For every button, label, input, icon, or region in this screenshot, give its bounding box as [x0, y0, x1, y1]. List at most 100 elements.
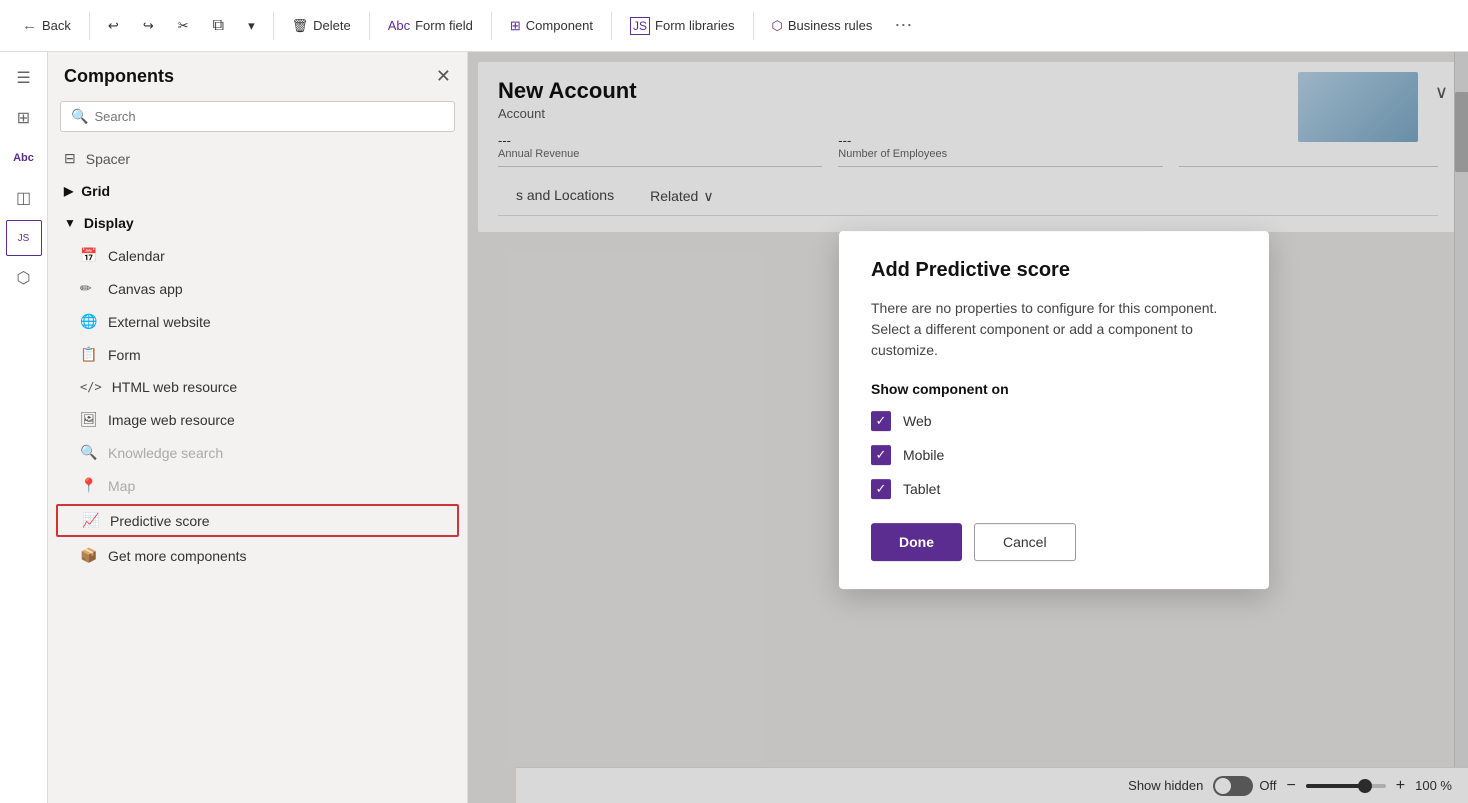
toolbar: ← Back ↩ ↪ ✂ ⧉ ▾ 🗑 Delete Abc Form field… [0, 0, 1468, 52]
sidebar-close-button[interactable]: ✕ [436, 66, 451, 87]
nav-js[interactable]: JS [6, 220, 42, 256]
modal-title: Add Predictive score [871, 259, 1237, 282]
checkbox-tablet-label: Tablet [903, 481, 940, 497]
chevron-down-icon: ▾ [248, 18, 255, 34]
checkbox-row-mobile: ✓ Mobile [871, 445, 1237, 465]
sidebar-item-predictive-score[interactable]: 📈 Predictive score [56, 504, 459, 537]
image-icon: 🖼 [80, 411, 98, 428]
checkbox-row-tablet: ✓ Tablet [871, 479, 1237, 499]
checkbox-mobile-label: Mobile [903, 447, 944, 463]
sidebar-item-knowledge-search[interactable]: 🔍 Knowledge search [48, 436, 467, 469]
sidebar-item-form[interactable]: 📋 Form [48, 338, 467, 371]
sidebar-item-map[interactable]: 📍 Map [48, 469, 467, 502]
predictive-score-label: Predictive score [110, 513, 210, 529]
left-nav: ☰ ⊞ Abc ◫ JS ⬡ [0, 52, 48, 803]
sidebar-item-grid[interactable]: ▶ Grid [48, 175, 467, 207]
knowledge-search-label: Knowledge search [108, 445, 223, 461]
knowledge-search-icon: 🔍 [80, 444, 98, 461]
business-rules-icon: ⬡ [772, 18, 783, 34]
display-label: Display [84, 215, 134, 231]
canvas-app-icon: ✏ [80, 280, 98, 297]
dropdown-button[interactable]: ▾ [238, 12, 265, 40]
nav-hamburger[interactable]: ☰ [6, 60, 42, 96]
calendar-icon: 📅 [80, 247, 98, 264]
canvas-app-label: Canvas app [108, 281, 183, 297]
divider-6 [753, 12, 754, 40]
html-web-resource-label: HTML web resource [112, 379, 238, 395]
predictive-score-icon: 📈 [82, 512, 100, 529]
component-icon: ⊞ [510, 18, 521, 34]
chevron-down-icon: ▼ [64, 216, 76, 230]
delete-button[interactable]: 🗑 Delete [282, 12, 361, 40]
component-button[interactable]: ⊞ Component [500, 12, 603, 40]
cut-icon: ✂ [178, 18, 189, 34]
more-button[interactable]: ⋯ [886, 9, 920, 42]
grid-label: Grid [81, 183, 110, 199]
done-button[interactable]: Done [871, 523, 962, 561]
sidebar-list: ⊟ Spacer ▶ Grid ▼ Display 📅 Calendar ✏ [48, 142, 467, 803]
nav-text-field[interactable]: Abc [6, 140, 42, 176]
form-field-button[interactable]: Abc Form field [378, 12, 483, 39]
copy-button[interactable]: ⧉ [203, 11, 234, 41]
sidebar-item-image-web-resource[interactable]: 🖼 Image web resource [48, 403, 467, 436]
search-icon: 🔍 [71, 108, 88, 125]
spacer-icon: ⊟ [64, 150, 76, 167]
nav-layers[interactable]: ◫ [6, 180, 42, 216]
get-more-icon: 📦 [80, 547, 98, 564]
external-website-icon: 🌐 [80, 313, 98, 330]
sidebar-item-html-web-resource[interactable]: </> HTML web resource [48, 371, 467, 403]
search-input[interactable] [94, 109, 444, 124]
js-icon: JS [630, 17, 650, 35]
sidebar: Components ✕ 🔍 ⊟ Spacer ▶ Grid ▼ Display [48, 52, 468, 803]
divider-3 [369, 12, 370, 40]
map-label: Map [108, 478, 135, 494]
chevron-right-icon: ▶ [64, 184, 73, 198]
form-libraries-button[interactable]: JS Form libraries [620, 11, 744, 41]
map-icon: 📍 [80, 477, 98, 494]
sidebar-search-container: 🔍 [60, 101, 455, 132]
cancel-button[interactable]: Cancel [974, 523, 1076, 561]
divider-2 [273, 12, 274, 40]
modal-add-predictive-score: Add Predictive score There are no proper… [839, 231, 1269, 589]
redo-icon: ↪ [143, 18, 154, 34]
form-icon: 📋 [80, 346, 98, 363]
sidebar-item-calendar[interactable]: 📅 Calendar [48, 239, 467, 272]
sidebar-item-external-website[interactable]: 🌐 External website [48, 305, 467, 338]
back-button[interactable]: ← Back [12, 11, 81, 40]
image-web-resource-label: Image web resource [108, 412, 235, 428]
modal-buttons: Done Cancel [871, 523, 1237, 561]
more-icon: ⋯ [894, 15, 912, 35]
checkbox-tablet[interactable]: ✓ [871, 479, 891, 499]
divider-4 [491, 12, 492, 40]
delete-icon: 🗑 [292, 18, 309, 34]
sidebar-item-canvas-app[interactable]: ✏ Canvas app [48, 272, 467, 305]
sidebar-section-display[interactable]: ▼ Display [48, 207, 467, 239]
nav-grid[interactable]: ⊞ [6, 100, 42, 136]
spacer-label: Spacer [86, 151, 130, 167]
redo-button[interactable]: ↪ [133, 12, 164, 40]
divider-5 [611, 12, 612, 40]
external-website-label: External website [108, 314, 211, 330]
nav-connector[interactable]: ⬡ [6, 260, 42, 296]
checkbox-mobile[interactable]: ✓ [871, 445, 891, 465]
checkbox-row-web: ✓ Web [871, 411, 1237, 431]
main-area: ☰ ⊞ Abc ◫ JS ⬡ Components ✕ 🔍 ⊟ Spacer ▶… [0, 52, 1468, 803]
cut-button[interactable]: ✂ [168, 12, 199, 40]
sidebar-item-spacer[interactable]: ⊟ Spacer [48, 142, 467, 175]
business-rules-button[interactable]: ⬡ Business rules [762, 12, 883, 40]
modal-show-component-title: Show component on [871, 381, 1237, 397]
html-icon: </> [80, 380, 102, 394]
form-field-icon: Abc [388, 18, 410, 33]
get-more-label: Get more components [108, 548, 247, 564]
undo-icon: ↩ [108, 18, 119, 34]
divider-1 [89, 12, 90, 40]
sidebar-title: Components [64, 66, 174, 87]
sidebar-header: Components ✕ [48, 52, 467, 101]
sidebar-item-get-more-components[interactable]: 📦 Get more components [48, 539, 467, 572]
form-label: Form [108, 347, 141, 363]
checkbox-web-label: Web [903, 413, 932, 429]
content-area: New Account Account ∨ --- Annual Revenue… [468, 52, 1468, 803]
undo-button[interactable]: ↩ [98, 12, 129, 40]
back-icon: ← [22, 17, 37, 34]
checkbox-web[interactable]: ✓ [871, 411, 891, 431]
